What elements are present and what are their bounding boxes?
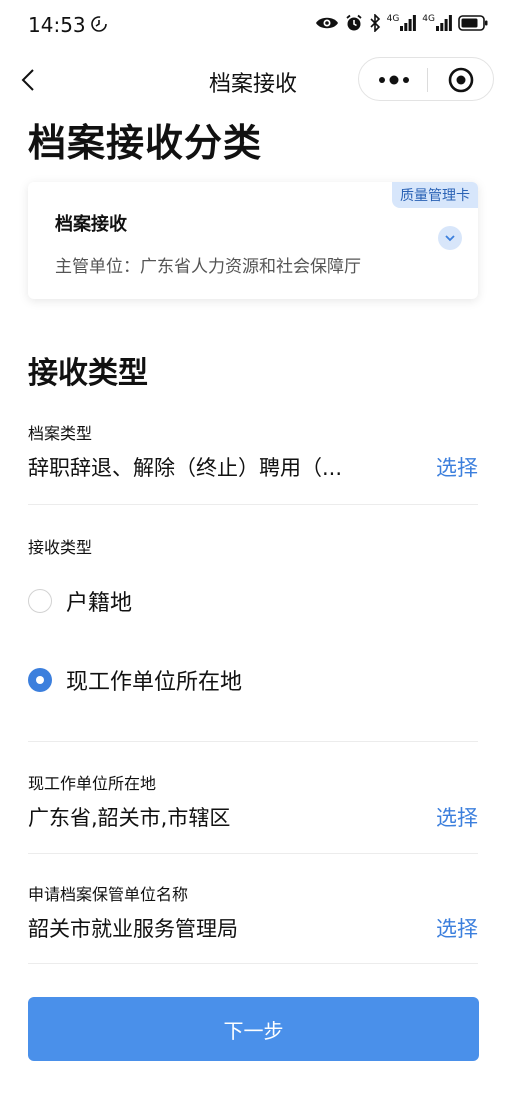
signal-4g-icon: 4G	[422, 15, 452, 31]
custodian-value: 韶关市就业服务管理局	[28, 917, 238, 941]
card-subtitle: 主管单位：广东省人力资源和社会保障厅	[55, 257, 361, 277]
archive-type-value: 辞职辞退、解除（终止）聘用（...	[28, 456, 343, 480]
radio-label: 户籍地	[66, 591, 133, 616]
status-bar: 14:53 4G 4G	[0, 0, 506, 46]
radio-unchecked[interactable]	[28, 589, 52, 613]
receive-type-label: 接收类型	[28, 538, 93, 557]
quality-card-tag[interactable]: 质量管理卡	[392, 182, 478, 208]
signal-4g-label: 4G	[422, 14, 435, 24]
radio-label: 现工作单位所在地	[66, 670, 243, 695]
divider	[28, 853, 478, 854]
work-location-label: 现工作单位所在地	[28, 774, 157, 793]
alarm-icon	[346, 14, 362, 31]
next-step-button[interactable]: 下一步	[28, 997, 479, 1061]
custodian-label: 申请档案保管单位名称	[28, 885, 189, 904]
chevron-down-icon[interactable]	[438, 226, 462, 250]
page-title: 档案接收分类	[28, 121, 263, 165]
divider	[28, 963, 478, 964]
divider	[28, 504, 478, 505]
nav-bar: 档案接收	[0, 56, 506, 104]
unit-card[interactable]: 质量管理卡 档案接收 主管单位：广东省人力资源和社会保障厅	[28, 182, 478, 299]
radio-option-work-location[interactable]: 现工作单位所在地	[28, 665, 242, 695]
divider	[28, 741, 478, 742]
bluetooth-icon	[370, 14, 380, 32]
radio-option-household[interactable]: 户籍地	[28, 586, 132, 616]
signal-4g-label: 4G	[386, 14, 400, 24]
mini-program-capsule	[358, 57, 494, 101]
status-icons: 4G 4G	[315, 14, 488, 32]
close-mini-program-icon[interactable]	[447, 66, 475, 94]
more-icon[interactable]	[375, 70, 413, 90]
capsule-divider	[427, 68, 428, 92]
status-time: 14:53	[28, 13, 86, 37]
card-title: 档案接收	[55, 214, 127, 235]
work-location-value: 广东省,韶关市,市辖区	[28, 806, 231, 830]
custodian-select-link[interactable]: 选择	[436, 913, 478, 943]
archive-type-select-link[interactable]: 选择	[436, 452, 478, 482]
section-title: 接收类型	[28, 356, 148, 391]
sync-clock-icon	[91, 16, 107, 32]
archive-type-label: 档案类型	[28, 424, 93, 443]
battery-icon	[458, 15, 488, 31]
radio-checked[interactable]	[28, 668, 52, 692]
work-location-select-link[interactable]: 选择	[436, 802, 478, 832]
eye-icon	[315, 17, 338, 29]
signal-4g-icon: 4G	[387, 15, 417, 31]
